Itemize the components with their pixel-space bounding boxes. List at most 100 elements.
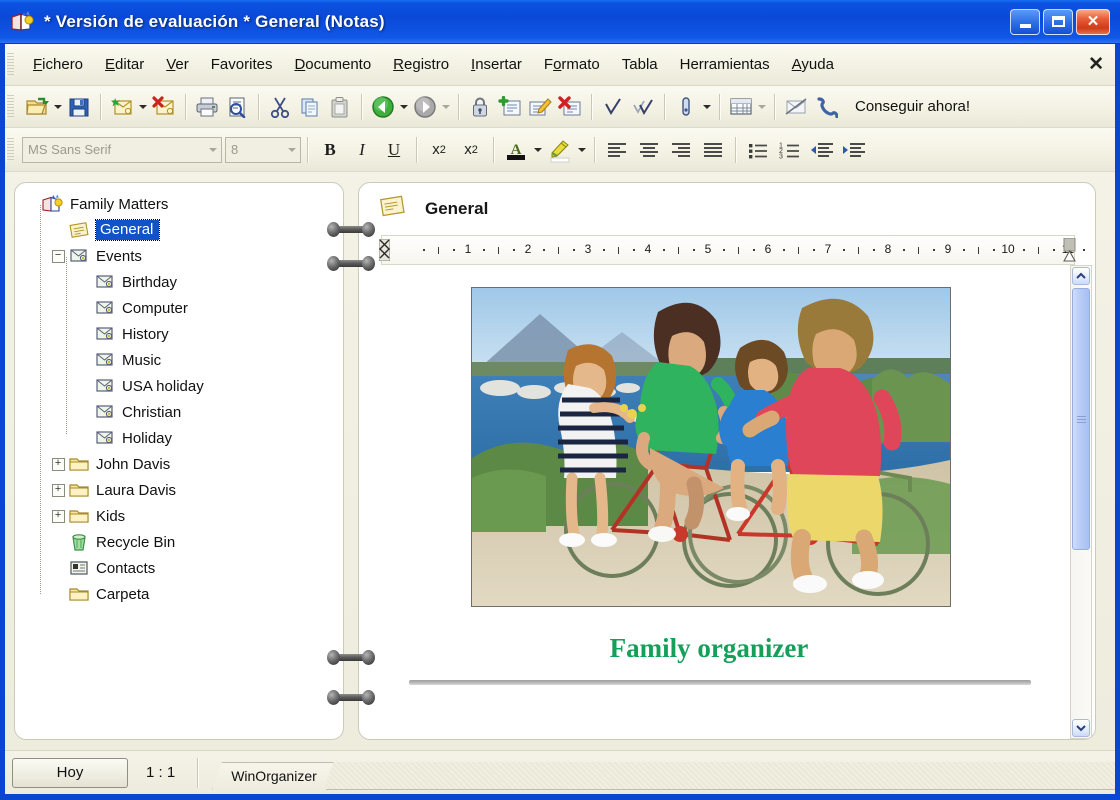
print-icon[interactable] — [192, 92, 222, 122]
highlight-dropdown-arrow[interactable] — [576, 135, 588, 165]
minimize-button[interactable] — [1010, 8, 1040, 35]
tree-item-contacts[interactable]: Contacts — [23, 555, 343, 581]
tree-item-christian[interactable]: Christian — [23, 399, 343, 425]
edit-record-icon[interactable] — [525, 92, 555, 122]
close-button[interactable]: ✕ — [1076, 8, 1110, 35]
scroll-up-button[interactable] — [1072, 267, 1090, 285]
phone-icon[interactable] — [811, 92, 841, 122]
tree-item-events[interactable]: − Events — [23, 243, 343, 269]
font-name-combo[interactable]: MS Sans Serif — [22, 136, 222, 163]
check-icon[interactable] — [598, 92, 628, 122]
menu-favorites[interactable]: Favorites — [200, 52, 284, 77]
attachment-icon[interactable] — [671, 92, 701, 122]
get-now-link[interactable]: Conseguir ahora! — [855, 98, 970, 115]
new-note-icon[interactable] — [107, 92, 137, 122]
new-note-dropdown-arrow[interactable] — [137, 92, 149, 122]
menu-registro[interactable]: Registro — [382, 52, 460, 77]
mail-icon[interactable] — [781, 92, 811, 122]
tree-item-general[interactable]: General — [23, 217, 343, 243]
folder-tree[interactable]: Family Matters General − Events Birthday Comp… — [15, 183, 343, 607]
copy-icon[interactable] — [295, 92, 325, 122]
tree-item-laura-davis[interactable]: + Laura Davis — [23, 477, 343, 503]
italic-button[interactable]: I — [346, 135, 378, 165]
family-bicycles-photo[interactable] — [471, 287, 951, 607]
main-toolbar-grip[interactable] — [6, 94, 14, 119]
indent-icon[interactable] — [838, 135, 870, 165]
left-indent-marker[interactable] — [378, 238, 391, 262]
document-body[interactable]: Family organizer — [381, 265, 1095, 739]
delete-note-icon[interactable] — [149, 92, 179, 122]
table-dropdown-arrow[interactable] — [756, 92, 768, 122]
open-icon[interactable] — [22, 92, 52, 122]
font-name-dropdown-arrow[interactable] — [204, 138, 221, 162]
scroll-down-button[interactable] — [1072, 719, 1090, 737]
lock-icon[interactable] — [465, 92, 495, 122]
font-color-dropdown-arrow[interactable] — [532, 135, 544, 165]
save-icon[interactable] — [64, 92, 94, 122]
outdent-icon[interactable] — [806, 135, 838, 165]
menu-ver[interactable]: Ver — [155, 52, 200, 77]
align-center-icon[interactable] — [633, 135, 665, 165]
add-record-icon[interactable] — [495, 92, 525, 122]
table-icon[interactable] — [726, 92, 756, 122]
tree-item-birthday[interactable]: Birthday — [23, 269, 343, 295]
tree-item-john-davis[interactable]: + John Davis — [23, 451, 343, 477]
bold-button[interactable]: B — [314, 135, 346, 165]
align-right-icon[interactable] — [665, 135, 697, 165]
menu-tabla[interactable]: Tabla — [611, 52, 669, 77]
print-preview-icon[interactable] — [222, 92, 252, 122]
tree-item-usa-holiday[interactable]: USA holiday — [23, 373, 343, 399]
format-toolbar-grip[interactable] — [6, 137, 14, 162]
tree-item-computer[interactable]: Computer — [23, 295, 343, 321]
expand-icon[interactable]: + — [49, 509, 67, 523]
scrollbar-thumb[interactable] — [1072, 288, 1090, 550]
expand-icon[interactable]: + — [49, 457, 67, 471]
document-scrollbar[interactable] — [1070, 265, 1092, 739]
expand-icon[interactable]: + — [49, 483, 67, 497]
menubar-grip[interactable] — [6, 52, 14, 77]
menu-fichero[interactable]: Fichero — [22, 52, 94, 77]
ruler[interactable]: 1234567891011 — [378, 235, 1085, 265]
menu-herramientas[interactable]: Herramientas — [669, 52, 781, 77]
tree-item-music[interactable]: Music — [23, 347, 343, 373]
menu-documento[interactable]: Documento — [283, 52, 382, 77]
menu-editar[interactable]: Editar — [94, 52, 155, 77]
maximize-button[interactable] — [1043, 8, 1073, 35]
cut-icon[interactable] — [265, 92, 295, 122]
right-indent-marker[interactable] — [1062, 237, 1076, 262]
paste-icon[interactable] — [325, 92, 355, 122]
numbered-list-icon[interactable]: 1 2 3 — [774, 135, 806, 165]
back-icon[interactable] — [368, 92, 398, 122]
underline-button[interactable]: U — [378, 135, 410, 165]
close-document-icon[interactable]: ✕ — [1088, 53, 1104, 76]
forward-icon[interactable] — [410, 92, 440, 122]
font-size-dropdown-arrow[interactable] — [283, 138, 300, 162]
back-dropdown-arrow[interactable] — [398, 92, 410, 122]
delete-record-icon[interactable] — [555, 92, 585, 122]
tab-strip-empty-area[interactable] — [325, 761, 1120, 790]
attachment-dropdown-arrow[interactable] — [701, 92, 713, 122]
tree-item-family-matters[interactable]: Family Matters — [23, 191, 343, 217]
align-justify-icon[interactable] — [697, 135, 729, 165]
tree-item-history[interactable]: History — [23, 321, 343, 347]
tree-item-holiday[interactable]: Holiday — [23, 425, 343, 451]
forward-dropdown-arrow[interactable] — [440, 92, 452, 122]
highlight-icon[interactable] — [544, 135, 576, 165]
bullet-list-icon[interactable] — [742, 135, 774, 165]
superscript-button[interactable]: x2 — [423, 135, 455, 165]
tab-winorganizer[interactable]: WinOrganizer — [212, 762, 334, 790]
tree-item-carpeta[interactable]: Carpeta — [23, 581, 343, 607]
menu-formato[interactable]: Formato — [533, 52, 611, 77]
tree-item-kids[interactable]: + Kids — [23, 503, 343, 529]
collapse-icon[interactable]: − — [49, 249, 67, 263]
subscript-button[interactable]: x2 — [455, 135, 487, 165]
align-left-icon[interactable] — [601, 135, 633, 165]
tree-item-recycle-bin[interactable]: Recycle Bin — [23, 529, 343, 555]
check-all-icon[interactable] — [628, 92, 658, 122]
font-size-combo[interactable]: 8 — [225, 136, 301, 163]
font-color-icon[interactable]: A — [500, 135, 532, 165]
menu-ayuda[interactable]: Ayuda — [781, 52, 845, 77]
menu-insertar[interactable]: Insertar — [460, 52, 533, 77]
today-button[interactable]: Hoy — [12, 757, 128, 788]
open-dropdown-arrow[interactable] — [52, 92, 64, 122]
